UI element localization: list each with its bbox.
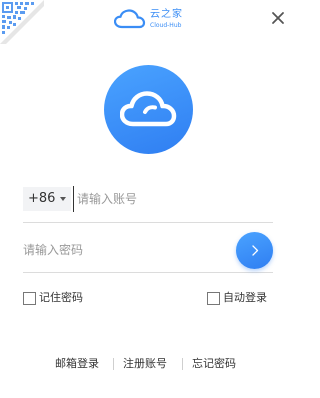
checkbox-box[interactable] <box>23 292 36 305</box>
forgot-password-link[interactable]: 忘记密码 <box>192 356 236 372</box>
brand-subtitle: Cloud-Hub <box>150 22 182 29</box>
footer-links: 邮箱登录 注册账号 忘记密码 <box>0 356 297 374</box>
email-login-link[interactable]: 邮箱登录 <box>55 356 99 372</box>
auto-login-label: 自动登录 <box>223 291 267 304</box>
checkbox-box[interactable] <box>207 292 220 305</box>
remember-password-label: 记住密码 <box>39 291 83 304</box>
country-code-select[interactable]: +86 <box>23 187 71 211</box>
qr-code-icon[interactable] <box>0 0 44 44</box>
chevron-right-icon <box>252 245 259 256</box>
login-window: 云之家 Cloud-Hub +86 记住密码 <box>0 0 297 398</box>
account-row: +86 <box>23 186 277 223</box>
divider <box>182 358 183 370</box>
register-link[interactable]: 注册账号 <box>123 356 167 372</box>
brand-name: 云之家 <box>150 9 183 20</box>
close-icon <box>272 12 284 24</box>
divider <box>113 358 114 370</box>
login-submit-button[interactable] <box>236 232 273 269</box>
account-input[interactable] <box>73 186 277 212</box>
password-input[interactable] <box>23 238 223 262</box>
cloud-logo-icon <box>114 9 146 29</box>
password-row <box>23 232 273 273</box>
close-button[interactable] <box>268 8 288 28</box>
brand-logo: 云之家 Cloud-Hub <box>114 7 190 33</box>
cloud-icon <box>120 91 177 127</box>
caret-down-icon <box>60 197 66 201</box>
avatar <box>104 65 193 154</box>
country-code: +86 <box>28 191 56 206</box>
